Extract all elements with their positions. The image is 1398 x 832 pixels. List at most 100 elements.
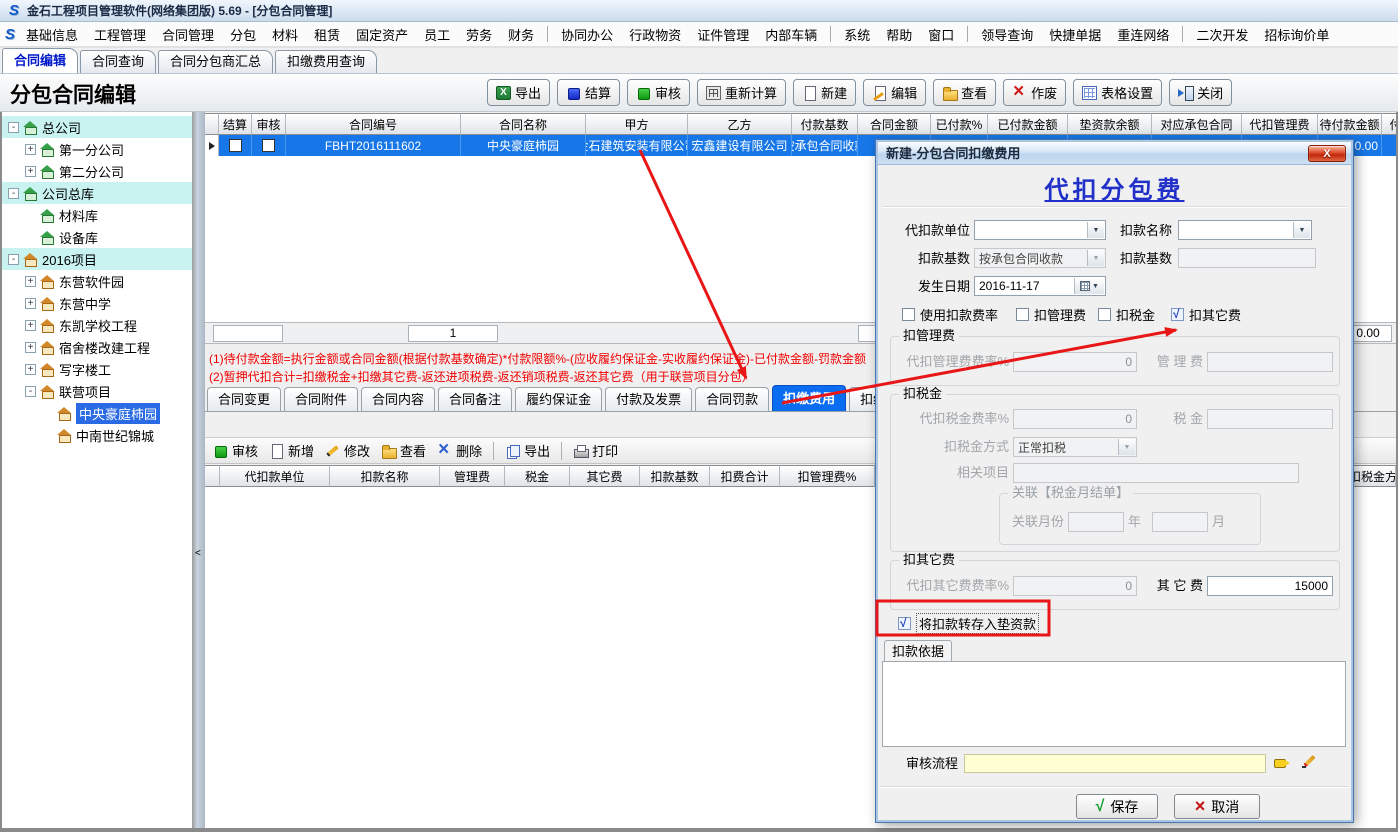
grid-cell-合同名称[interactable]: 中央豪庭柿园	[461, 135, 586, 156]
transfer-to-advance-option[interactable]: 将扣款转存入垫资款	[898, 615, 1039, 631]
toolbar-button-查看[interactable]: 查看	[933, 79, 996, 106]
tree-toggle-icon[interactable]: +	[25, 276, 36, 287]
other-fee-input[interactable]: 15000	[1207, 576, 1333, 596]
approval-flow-input[interactable]	[964, 754, 1266, 773]
main-tab-合同查询[interactable]: 合同查询	[80, 50, 156, 73]
menu-item-内部车辆[interactable]: 内部车辆	[757, 22, 825, 47]
column-header-已付款%[interactable]: 已付款%	[931, 113, 988, 135]
tree-item-设备库[interactable]: 设备库	[2, 226, 192, 248]
menu-item-工程管理[interactable]: 工程管理	[86, 22, 154, 47]
detail-tab-合同变更[interactable]: 合同变更	[207, 387, 281, 411]
tree-toggle-icon[interactable]: -	[25, 386, 36, 397]
grid-cell-付款基数[interactable]: 按承包合同收款	[792, 135, 858, 156]
detail-toolbar-button-查看[interactable]: 查看	[381, 441, 426, 460]
menu-item-员工[interactable]: 员工	[416, 22, 458, 47]
tree-item-东营软件园[interactable]: +东营软件园	[2, 270, 192, 292]
column-header-已付款金额[interactable]: 已付款金额	[988, 113, 1068, 135]
toolbar-button-作废[interactable]: 作废	[1003, 79, 1066, 106]
column-header-对应承包合同[interactable]: 对应承包合同	[1152, 113, 1242, 135]
column-header-甲方[interactable]: 甲方	[586, 113, 688, 135]
sign-pen-icon[interactable]	[1302, 753, 1318, 769]
grid-cell-乙方[interactable]: 宏鑫建设有限公司	[688, 135, 792, 156]
tree-item-总公司[interactable]: -总公司	[2, 116, 192, 138]
use-rate-checkbox[interactable]	[902, 308, 915, 321]
basis-tab[interactable]: 扣款依据	[884, 640, 952, 661]
tree-toggle-icon[interactable]: +	[25, 298, 36, 309]
tree-item-东营中学[interactable]: +东营中学	[2, 292, 192, 314]
detail-tab-合同附件[interactable]: 合同附件	[284, 387, 358, 411]
menu-item-招标询价单[interactable]: 招标询价单	[1256, 22, 1337, 47]
column-header-扣款名称[interactable]: 扣款名称	[330, 465, 440, 487]
row-checkbox[interactable]	[262, 139, 275, 152]
menu-item-租赁[interactable]: 租赁	[306, 22, 348, 47]
tree-item-宿舍楼改建工程[interactable]: +宿舍楼改建工程	[2, 336, 192, 358]
grid-cell-合同编号[interactable]: FBHT2016111602	[286, 135, 461, 156]
grid-cell-付款[interactable]	[1382, 135, 1396, 156]
column-header-扣管理费%[interactable]: 扣管理费%	[780, 465, 875, 487]
splitter-collapse-icon[interactable]	[195, 548, 201, 559]
toolbar-button-重新计算[interactable]: 重新计算	[697, 79, 786, 106]
tree-toggle-icon[interactable]: +	[25, 320, 36, 331]
dialog-close-button[interactable]	[1308, 145, 1346, 162]
tree-item-材料库[interactable]: 材料库	[2, 204, 192, 226]
toolbar-button-结算[interactable]: 结算	[557, 79, 620, 106]
tree-item-公司总库[interactable]: -公司总库	[2, 182, 192, 204]
tree-item-东凯学校工程[interactable]: +东凯学校工程	[2, 314, 192, 336]
menu-item-材料[interactable]: 材料	[264, 22, 306, 47]
menu-item-分包[interactable]: 分包	[222, 22, 264, 47]
splitter[interactable]	[192, 112, 205, 828]
tree-toggle-icon[interactable]: +	[25, 364, 36, 375]
menu-item-窗口[interactable]: 窗口	[920, 22, 962, 47]
menu-item-行政物资[interactable]: 行政物资	[621, 22, 689, 47]
use-rate-option[interactable]: 使用扣款费率	[902, 306, 998, 322]
menu-item-快捷单据[interactable]: 快捷单据	[1041, 22, 1109, 47]
column-header-付款基数[interactable]: 付款基数	[792, 113, 858, 135]
column-header-结算[interactable]: 结算	[219, 113, 252, 135]
chevron-down-icon[interactable]	[1087, 222, 1104, 238]
detail-tab-履约保证金[interactable]: 履约保证金	[515, 387, 602, 411]
detail-toolbar-button-新增[interactable]: 新增	[269, 441, 314, 460]
detail-tab-合同备注[interactable]: 合同备注	[438, 387, 512, 411]
save-button[interactable]: 保存	[1076, 794, 1158, 819]
cancel-button[interactable]: 取消	[1174, 794, 1260, 819]
detail-toolbar-button-导出[interactable]: 导出	[505, 441, 550, 460]
detail-toolbar-button-删除[interactable]: 删除	[437, 441, 482, 460]
column-header-待付款金额[interactable]: 待付款金额	[1318, 113, 1382, 135]
deduct-other-option[interactable]: 扣其它费	[1171, 306, 1241, 322]
deduct-mgmt-option[interactable]: 扣管理费	[1016, 306, 1086, 322]
menu-item-领导查询[interactable]: 领导查询	[973, 22, 1041, 47]
menu-item-财务[interactable]: 财务	[500, 22, 542, 47]
column-header-扣款基数[interactable]: 扣款基数	[640, 465, 710, 487]
deduct-name-select[interactable]	[1178, 220, 1312, 240]
deduct-tax-option[interactable]: 扣税金	[1098, 306, 1155, 322]
tree-toggle-icon[interactable]: +	[25, 342, 36, 353]
detail-tab-付款及发票[interactable]: 付款及发票	[605, 387, 692, 411]
tree-item-中南世纪锦城[interactable]: 中南世纪锦城	[2, 424, 192, 446]
menu-item-劳务[interactable]: 劳务	[458, 22, 500, 47]
detail-toolbar-button-审核[interactable]: 审核	[213, 441, 258, 460]
menu-item-协同办公[interactable]: 协同办公	[553, 22, 621, 47]
grid-cell-审核[interactable]	[252, 135, 286, 156]
tree-item-中央豪庭柿园[interactable]: 中央豪庭柿园	[2, 402, 192, 424]
tree-toggle-icon[interactable]: +	[25, 144, 36, 155]
chevron-down-icon[interactable]	[1293, 222, 1310, 238]
column-header-税金[interactable]: 税金	[505, 465, 570, 487]
column-header-合同金额[interactable]: 合同金额	[858, 113, 931, 135]
tree-item-写字楼工[interactable]: +写字楼工	[2, 358, 192, 380]
detail-tab-合同内容[interactable]: 合同内容	[361, 387, 435, 411]
grid-cell-甲方[interactable]: 金石建筑安装有限公司	[586, 135, 688, 156]
menu-item-二次开发[interactable]: 二次开发	[1188, 22, 1256, 47]
column-header-合同编号[interactable]: 合同编号	[286, 113, 461, 135]
tree-item-第二分公司[interactable]: +第二分公司	[2, 160, 192, 182]
tree-item-联营项目[interactable]: -联营项目	[2, 380, 192, 402]
grid-cell-结算[interactable]	[219, 135, 252, 156]
detail-toolbar-button-修改[interactable]: 修改	[325, 441, 370, 460]
column-header-合同名称[interactable]: 合同名称	[461, 113, 586, 135]
deduct-other-checkbox[interactable]	[1171, 308, 1184, 321]
calendar-dropdown-icon[interactable]	[1074, 278, 1104, 294]
toolbar-button-导出[interactable]: 导出	[487, 79, 550, 106]
main-tab-合同分包商汇总[interactable]: 合同分包商汇总	[158, 50, 273, 73]
detail-tab-扣缴费用[interactable]: 扣缴费用	[772, 385, 846, 411]
menu-item-固定资产[interactable]: 固定资产	[348, 22, 416, 47]
menu-item-帮助[interactable]: 帮助	[878, 22, 920, 47]
